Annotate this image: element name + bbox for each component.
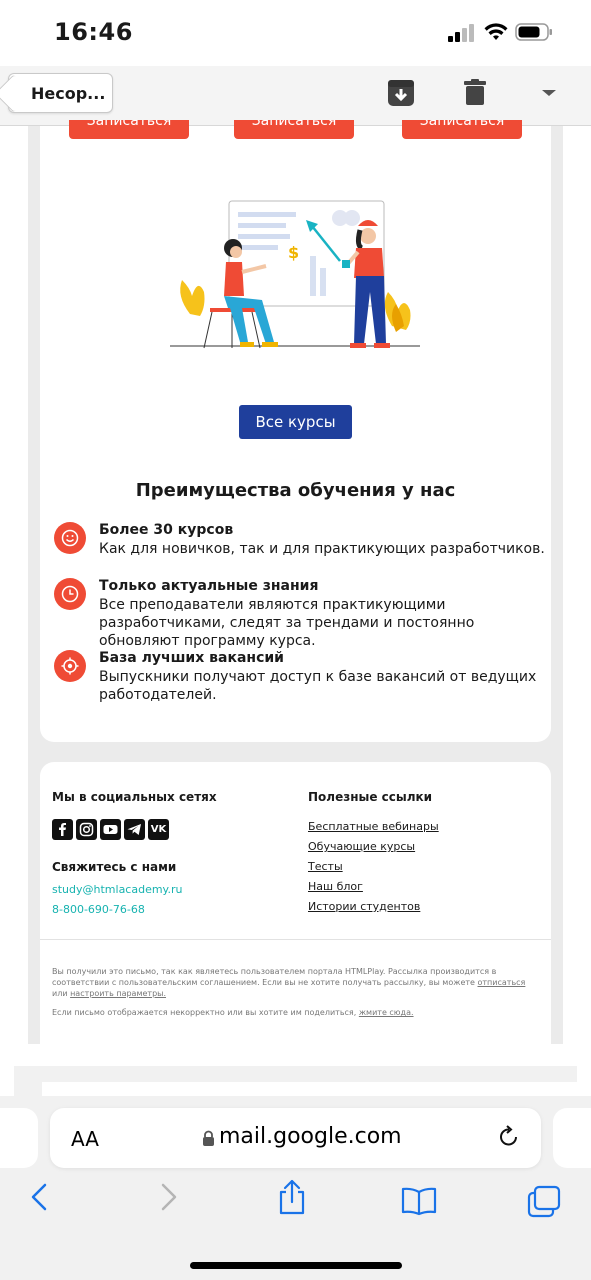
link-tests[interactable]: Тесты <box>308 860 343 873</box>
status-time: 16:46 <box>54 18 133 46</box>
svg-text:$: $ <box>288 243 299 262</box>
wifi-icon <box>484 23 508 40</box>
youtube-icon[interactable] <box>100 819 121 840</box>
advantage-title: Более 30 курсов <box>99 522 234 538</box>
back-button[interactable]: Несор... <box>8 73 113 113</box>
advantage-title: База лучших вакансий <box>99 650 284 666</box>
all-courses-button[interactable]: Все курсы <box>239 405 352 439</box>
browser-bottom-bar: AA mail.google.com <box>0 1096 591 1280</box>
contact-phone-link[interactable]: 8-800-690-76-68 <box>52 903 145 916</box>
advantages-title: Преимущества обучения у нас <box>135 480 456 501</box>
battery-icon <box>515 23 552 41</box>
reader-settings-button[interactable]: AA <box>71 1127 99 1151</box>
facebook-icon[interactable] <box>52 819 73 840</box>
link-free-webinars[interactable]: Бесплатные вебинары <box>308 820 439 833</box>
trash-icon[interactable] <box>460 78 490 108</box>
clock-icon <box>54 578 86 610</box>
advantage-title: Только актуальные знания <box>99 578 319 594</box>
previous-tab-pill[interactable] <box>0 1108 38 1168</box>
advantage-text: Все преподаватели являются практикующими… <box>99 597 475 649</box>
contact-heading: Свяжитесь с нами <box>52 860 177 874</box>
link-student-stories[interactable]: Истории студентов <box>308 900 420 913</box>
chevron-down-icon[interactable] <box>534 78 564 108</box>
links-heading: Полезные ссылки <box>308 790 433 804</box>
settings-link[interactable]: настроить параметры. <box>70 989 166 998</box>
learning-illustration: $ <box>170 200 420 349</box>
advantage-text: Выпускники получают доступ к базе ваканс… <box>99 669 537 703</box>
share-icon[interactable] <box>276 1178 308 1216</box>
display-notice: Если письмо отображается некорректно или… <box>52 1008 414 1017</box>
next-message-card <box>14 1066 577 1102</box>
email-footer: Мы в социальных сетях VK Свяжитесь с нам… <box>40 762 551 1044</box>
tabs-icon[interactable] <box>526 1184 562 1218</box>
back-arrow-icon[interactable] <box>28 1182 52 1212</box>
link-blog[interactable]: Наш блог <box>308 880 363 893</box>
bookmarks-icon[interactable] <box>400 1186 438 1216</box>
courses-card: Записаться Записаться Записаться $ Все к… <box>40 120 551 742</box>
vk-icon[interactable]: VK <box>148 819 169 840</box>
signup-button[interactable]: Записаться <box>234 120 354 139</box>
back-button-label: Несор... <box>31 84 106 103</box>
advantage-text: Как для новичков, так и для практикующих… <box>99 541 545 557</box>
telegram-icon[interactable] <box>124 819 145 840</box>
signup-button[interactable]: Записаться <box>402 120 522 139</box>
lock-icon <box>203 1130 214 1146</box>
next-tab-pill[interactable] <box>553 1108 591 1168</box>
footer-divider <box>40 939 551 940</box>
click-here-link[interactable]: жмите сюда. <box>359 1008 414 1017</box>
target-icon <box>54 650 86 682</box>
reload-icon[interactable] <box>496 1124 522 1150</box>
address-bar[interactable]: AA mail.google.com <box>50 1108 541 1168</box>
signup-button[interactable]: Записаться <box>69 120 189 139</box>
forward-arrow-icon[interactable] <box>156 1182 180 1212</box>
home-indicator <box>190 1262 402 1269</box>
smile-icon <box>54 522 86 554</box>
mail-toolbar: Несор... <box>0 66 591 126</box>
instagram-icon[interactable] <box>76 819 97 840</box>
status-bar: 16:46 <box>0 0 591 66</box>
archive-icon[interactable] <box>386 78 416 108</box>
contact-email-link[interactable]: study@htmlacademy.ru <box>52 883 183 896</box>
subscription-notice: Вы получили это письмо, так как являетес… <box>52 967 526 998</box>
url-text: mail.google.com <box>219 1124 402 1149</box>
unsubscribe-link[interactable]: отписаться <box>478 978 526 987</box>
link-courses[interactable]: Обучающие курсы <box>308 840 415 853</box>
cellular-signal-icon <box>448 24 476 42</box>
social-heading: Мы в социальных сетях <box>52 790 217 804</box>
